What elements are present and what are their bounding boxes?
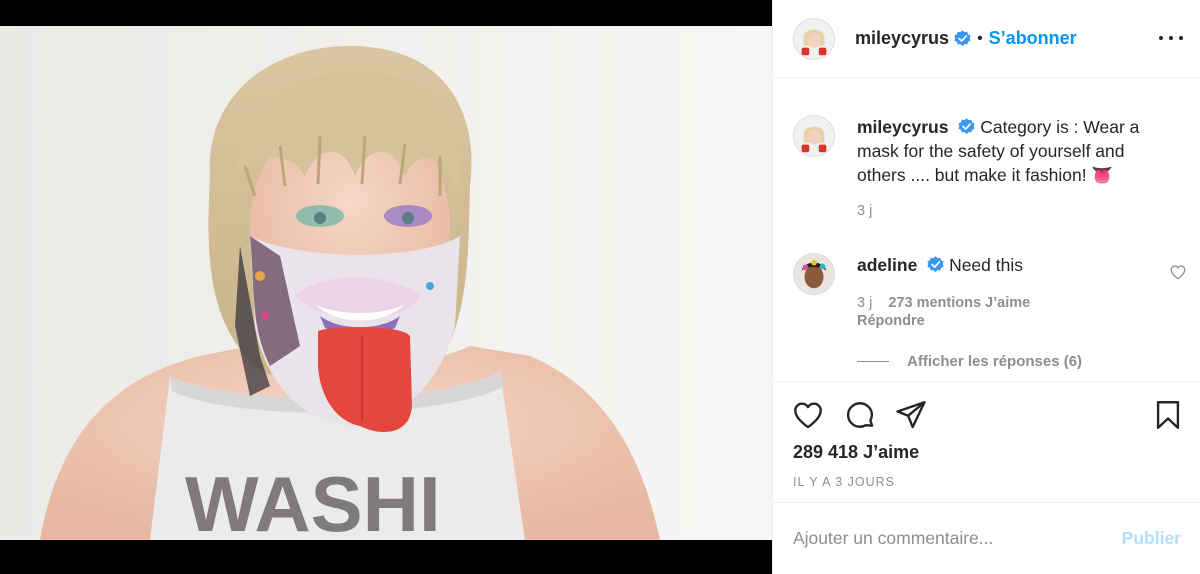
more-dot xyxy=(1179,36,1183,40)
author-avatar[interactable] xyxy=(793,17,835,60)
verified-badge-icon xyxy=(954,30,971,47)
caption-body: mileycyrus Category is : Wear a mask for… xyxy=(857,115,1177,187)
comment-body: adeline Need this xyxy=(857,253,1177,277)
post-media: WASHI xyxy=(0,0,772,574)
verified-badge-icon xyxy=(958,118,975,135)
comments-section[interactable]: mileycyrus Category is : Wear a mask for… xyxy=(773,79,1200,381)
more-options-icon[interactable] xyxy=(1159,28,1183,48)
post-actions: 289 418 J’aime IL Y A 3 JOURS xyxy=(773,381,1200,502)
like-button[interactable] xyxy=(791,398,825,432)
commenter-avatar-image xyxy=(794,254,834,294)
paper-plane-icon xyxy=(896,401,926,429)
add-comment-bar: Publier xyxy=(773,502,1200,574)
comment-time[interactable]: 3 j xyxy=(857,295,872,311)
caption-meta: 3 j xyxy=(857,203,884,219)
more-dot xyxy=(1169,36,1173,40)
comment-text: Need this xyxy=(949,255,1023,275)
comment-icon xyxy=(846,402,874,428)
post-timestamp[interactable]: IL Y A 3 JOURS xyxy=(793,475,895,489)
caption-username[interactable]: mileycyrus xyxy=(857,117,948,137)
view-replies-label: Afficher les réponses (6) xyxy=(907,353,1083,370)
view-replies-line xyxy=(857,361,889,362)
likes-count[interactable]: 289 418 J’aime xyxy=(793,442,919,463)
author-username[interactable]: mileycyrus xyxy=(855,28,949,49)
comment-likes[interactable]: 273 mentions J’aime xyxy=(888,295,1030,311)
commenter-username[interactable]: adeline xyxy=(857,255,917,275)
publish-button[interactable]: Publier xyxy=(1122,528,1181,549)
caption-time[interactable]: 3 j xyxy=(857,203,872,219)
header-separator: • xyxy=(977,29,983,47)
comment-like-heart-icon[interactable] xyxy=(1169,263,1187,281)
bookmark-icon xyxy=(1156,401,1180,429)
caption: mileycyrus Category is : Wear a mask for… xyxy=(793,115,1193,235)
reply-button[interactable]: Répondre xyxy=(857,313,925,329)
post-header: mileycyrus • S’abonner xyxy=(773,0,1200,78)
more-dot xyxy=(1159,36,1163,40)
author-avatar-image xyxy=(794,18,834,59)
view-replies-button[interactable]: Afficher les réponses (6) xyxy=(857,353,1082,370)
add-comment-input[interactable] xyxy=(793,528,1122,549)
follow-button[interactable]: S’abonner xyxy=(989,28,1077,49)
caption-avatar[interactable] xyxy=(793,115,835,157)
verified-badge-icon xyxy=(927,256,944,273)
heart-icon xyxy=(794,402,822,429)
save-button[interactable] xyxy=(1151,398,1185,432)
comment-meta: 3 j 273 mentions J’aime xyxy=(857,295,1030,311)
comment-button[interactable] xyxy=(843,398,877,432)
caption-avatar-image xyxy=(794,116,834,156)
post-photo-illustration: WASHI xyxy=(0,26,772,540)
post-photo[interactable]: WASHI xyxy=(0,26,772,540)
share-button[interactable] xyxy=(894,398,928,432)
commenter-avatar[interactable] xyxy=(793,253,835,295)
svg-text:WASHI: WASHI xyxy=(185,460,441,540)
comment-item: adeline Need this 3 j 273 mentions J’aim… xyxy=(793,253,1193,353)
post-sidebar: mileycyrus • S’abonner mileycyrus Catego… xyxy=(772,0,1200,574)
